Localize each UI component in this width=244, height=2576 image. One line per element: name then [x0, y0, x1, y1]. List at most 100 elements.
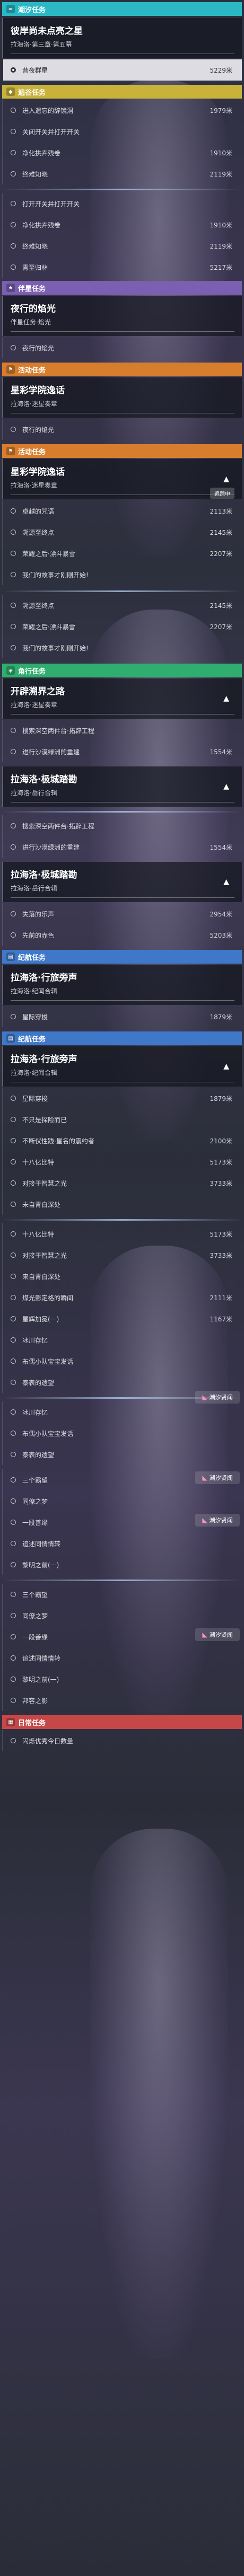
- category-richang[interactable]: ▦ 日常任务: [2, 1715, 242, 1729]
- quest-header-huodong[interactable]: 星彩学院逸话 拉海洛·迷星奏章: [2, 377, 242, 418]
- quest-item[interactable]: 泰表的遗望: [2, 1444, 242, 1465]
- selected-dot-icon: [11, 67, 16, 73]
- quest-item[interactable]: 邦容之影: [2, 1690, 242, 1711]
- quest-item[interactable]: 荣耀之后·漂斗暴雪 2207米: [2, 543, 242, 564]
- circle-icon: [11, 1014, 16, 1019]
- quest-item[interactable]: 泰表的遗望: [2, 1372, 242, 1393]
- book-icon: ▤: [6, 1034, 15, 1043]
- circle-icon: [11, 1613, 16, 1618]
- quest-item[interactable]: 未自青白深处: [2, 1194, 242, 1215]
- quest-item[interactable]: 卓越的咒语 2113米: [2, 500, 242, 522]
- quest-item[interactable]: 同僚之梦: [2, 1605, 242, 1626]
- circle-icon: [11, 551, 16, 556]
- category-banxing[interactable]: ★ 伴星任务: [2, 281, 242, 295]
- circle-icon: [11, 201, 16, 206]
- quest-item[interactable]: 同僚之梦: [2, 1490, 242, 1512]
- quest-item[interactable]: 煤光影定格的瞬间 2111米: [2, 1287, 242, 1308]
- quest-item[interactable]: 终难知晓 2119米: [2, 163, 242, 184]
- category-chaoxi[interactable]: ≈ 潮汐任务: [2, 2, 242, 16]
- quest-item[interactable]: 荣耀之后·漂斗暴雪 2207米: [2, 616, 242, 637]
- quest-item[interactable]: 关闭开关并打开开关: [2, 121, 242, 142]
- quest-item[interactable]: 对接于智慧之光 3733米: [2, 1172, 242, 1194]
- quest-item[interactable]: 先前的赤色 5203米: [2, 924, 242, 946]
- quest-item[interactable]: 打开开关并打开开关: [2, 193, 242, 214]
- circle-icon: [11, 1634, 16, 1639]
- quest-log-page: ≈ 潮汐任务 彼岸尚未点亮之星 拉海洛·第三章·第五幕 昔夜群星 5229米 ◆…: [0, 0, 244, 2576]
- circle-icon: [11, 728, 16, 733]
- quest-item[interactable]: 三个霸望: [2, 1469, 242, 1490]
- quest-item[interactable]: 追述同情情转: [2, 1647, 242, 1669]
- quest-header-jihang[interactable]: 拉海洛·行旅旁声 拉海洛·纪闻合辑: [2, 965, 242, 1005]
- quest-header-chaoxi[interactable]: 彼岸尚未点亮之星 拉海洛·第三章·第五幕: [2, 18, 242, 58]
- circle-icon: [11, 572, 16, 577]
- quest-item[interactable]: 来自青白深处: [2, 1266, 242, 1287]
- circle-icon: [11, 844, 16, 850]
- circle-icon: [11, 1698, 16, 1703]
- quest-item[interactable]: 青至归林 5217米: [2, 257, 242, 278]
- quest-item[interactable]: 冰川存忆: [2, 1329, 242, 1351]
- category-bianjing[interactable]: ◆ 遍谷任务: [2, 85, 242, 99]
- flag-icon: ⚑: [6, 447, 15, 455]
- quest-item[interactable]: 布偶小队宝宝发话: [2, 1423, 242, 1444]
- quest-header-jicheng[interactable]: 拉海洛·极城踏勘 拉海洛·岳行合辑 ▲: [2, 766, 242, 807]
- quest-item[interactable]: 星际穿梭 1879米: [2, 1088, 242, 1109]
- quest-item[interactable]: 我们的故事才刚刚开始!: [2, 564, 242, 585]
- quest-item[interactable]: 我们的故事才刚刚开始!: [2, 637, 242, 658]
- quest-item[interactable]: 不断仪性践·星名的震约者 2100米: [2, 1130, 242, 1151]
- quest-item[interactable]: 一段善缘: [2, 1512, 242, 1533]
- quest-item[interactable]: 失落的乐声 2954米: [2, 903, 242, 924]
- quest-header-jiaoxing[interactable]: 开辟溯界之路 拉海洛·迷星奏章 ▲: [2, 678, 242, 719]
- quest-header-jicheng-2[interactable]: 拉海洛·极城踏勘 拉海洛·岳行合辑 ▲: [2, 862, 242, 902]
- tracked-badge: 追踪中: [210, 488, 234, 499]
- quest-header-banxing[interactable]: 夜行的焰光 伴星任务·焰光: [2, 296, 242, 336]
- category-jihang-2[interactable]: ▤ 纪航任务: [2, 1031, 242, 1045]
- flag-icon: ⚑: [6, 365, 15, 374]
- quest-item[interactable]: 进行沙漠绿洲的重建 1554米: [2, 741, 242, 762]
- quest-item[interactable]: 净化拱卉残卷 1910米: [2, 142, 242, 163]
- category-jihang[interactable]: ▤ 纪航任务: [2, 950, 242, 964]
- quest-item[interactable]: 布偶小队宝宝发话: [2, 1351, 242, 1372]
- circle-icon: [11, 1409, 16, 1415]
- quest-item[interactable]: 对接于智慧之光 3733米: [2, 1245, 242, 1266]
- quest-header-jihang-2[interactable]: 拉海洛·行旅旁声 拉海洛·纪闻合辑 ▲: [2, 1046, 242, 1087]
- quest-item[interactable]: 三个霸望: [2, 1584, 242, 1605]
- quest-item[interactable]: 进行沙漠绿洲的重建 1554米: [2, 836, 242, 858]
- circle-icon: [11, 264, 16, 270]
- circle-icon: [11, 1562, 16, 1567]
- circle-icon: [11, 1431, 16, 1436]
- quest-item[interactable]: 追述同情情转: [2, 1533, 242, 1554]
- quest-header-huodong-2[interactable]: 星彩学院逸话 拉海洛·迷星奏章 ▲: [2, 459, 242, 499]
- quest-item[interactable]: 黎明之前(一): [2, 1669, 242, 1690]
- chevron-up-icon[interactable]: ▲: [223, 782, 229, 791]
- chevron-up-icon[interactable]: ▲: [223, 1062, 229, 1071]
- quest-item[interactable]: 净化拱卉残卷 1910米: [2, 214, 242, 235]
- quest-item[interactable]: 黎明之前(一): [2, 1554, 242, 1575]
- quest-item[interactable]: 夜行的焰光: [2, 337, 242, 358]
- chevron-up-icon[interactable]: ▲: [223, 694, 229, 703]
- quest-item[interactable]: 溯源至终点 2145米: [2, 595, 242, 616]
- quest-item[interactable]: 十八亿比特 5173米: [2, 1151, 242, 1172]
- chevron-up-icon[interactable]: ▲: [223, 475, 229, 483]
- category-jiaoxing[interactable]: ◈ 角行任务: [2, 664, 242, 677]
- chevron-up-icon[interactable]: ▲: [223, 878, 229, 886]
- quest-item[interactable]: 溯源至终点 2145米: [2, 522, 242, 543]
- quest-item[interactable]: 一段善缘: [2, 1626, 242, 1647]
- quest-item[interactable]: 星辉加冕(一) 1167米: [2, 1308, 242, 1329]
- quest-item[interactable]: 十八亿比特 5173米: [2, 1223, 242, 1245]
- circle-icon: [11, 129, 16, 134]
- separator: [2, 1580, 242, 1581]
- category-huodong[interactable]: ⚑ 活动任务: [2, 363, 242, 376]
- quest-item[interactable]: 进入遗忘的辞镜洞 1979米: [2, 100, 242, 121]
- category-huodong-2[interactable]: ⚑ 活动任务: [2, 444, 242, 458]
- circle-icon: [11, 749, 16, 754]
- quest-item[interactable]: 星际穿梭 1879米: [2, 1006, 242, 1027]
- quest-item[interactable]: 冰川存忆: [2, 1401, 242, 1423]
- circle-icon: [11, 530, 16, 535]
- quest-item-active[interactable]: 昔夜群星 5229米: [2, 59, 242, 81]
- quest-item[interactable]: 夜行的焰光: [2, 419, 242, 440]
- quest-item[interactable]: 终难知晓 2119米: [2, 235, 242, 257]
- quest-item[interactable]: 不只是探险而已: [2, 1109, 242, 1130]
- quest-item[interactable]: 搜索深空两件台·拓辟工程: [2, 720, 242, 741]
- quest-item[interactable]: 搜索深空两件台·拓辟工程: [2, 815, 242, 836]
- quest-item[interactable]: 闪烁优秀今日数量: [2, 1730, 242, 1751]
